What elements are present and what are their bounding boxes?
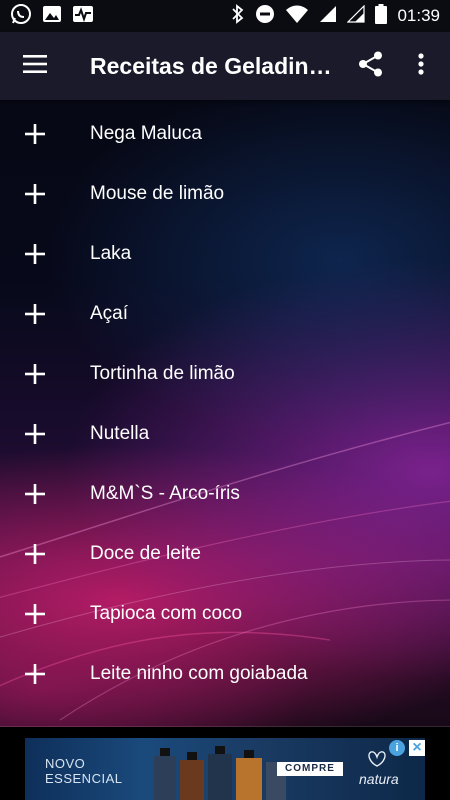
perfume-bottles-image [154,746,286,800]
ad-brand-line1: NOVO [45,756,86,771]
menu-button[interactable] [0,32,70,100]
page-title: Receitas de Geladin… [90,52,332,79]
list-item-label: Leite ninho com goiabada [90,663,308,684]
plus-icon[interactable] [0,464,70,524]
ad-banner[interactable]: NOVO ESSENCIAL COMPRE natura i × [25,738,425,800]
battery-icon [375,3,388,29]
ad-cta-button[interactable]: COMPRE [277,762,343,776]
plus-icon[interactable] [0,104,70,164]
image-icon [42,4,62,29]
wifi-icon [285,4,309,29]
list-item[interactable]: Laka [0,224,450,284]
list-item[interactable]: Tapioca com coco [0,584,450,644]
list-item[interactable]: M&M`S - Arco-íris [0,464,450,524]
ad-area: NOVO ESSENCIAL COMPRE natura i × [0,727,450,800]
list-item[interactable]: Mouse de limão [0,164,450,224]
list-item[interactable]: Tortinha de limão [0,344,450,404]
recipe-list: Nega Maluca Mouse de limão Laka Açaí Tor… [0,104,450,726]
list-item[interactable]: Açaí [0,284,450,344]
ad-close-icon[interactable]: × [409,740,425,756]
share-icon [358,51,384,82]
ad-info-icon[interactable]: i [389,740,405,756]
list-item-label: Laka [90,243,132,264]
signal-icon [319,5,337,28]
list-item[interactable]: Leite ninho com goiabada [0,644,450,704]
plus-icon[interactable] [0,344,70,404]
list-item[interactable]: Nutella [0,404,450,464]
plus-icon[interactable] [0,644,70,704]
plus-icon[interactable] [0,404,70,464]
signal-icon [347,4,366,28]
pulse-icon [72,4,94,29]
app-bar: Receitas de Geladin… [0,32,450,100]
share-button[interactable] [352,46,390,86]
list-item[interactable]: Doce de leite [0,524,450,584]
do-not-disturb-icon [255,4,275,29]
plus-icon[interactable] [0,284,70,344]
whatsapp-icon [10,3,32,30]
list-item-label: Nutella [90,423,150,444]
list-item-label: Tapioca com coco [90,603,243,624]
more-options-button[interactable] [406,46,436,86]
plus-icon[interactable] [0,164,70,224]
menu-icon [23,54,47,78]
ad-brand-line2: ESSENCIAL [45,771,123,786]
status-time: 01:39 [397,6,440,25]
list-item-label: Doce de leite [90,543,201,564]
plus-icon[interactable] [0,224,70,284]
list-item-label: Nega Maluca [90,123,202,144]
list-item-label: Açaí [90,303,129,324]
more-vert-icon [418,52,424,80]
status-bar: 01:39 [0,0,450,32]
plus-icon[interactable] [0,524,70,584]
list-item-label: M&M`S - Arco-íris [90,483,240,504]
list-item-label: Tortinha de limão [90,363,235,384]
ad-logo-text: natura [359,771,399,787]
list-item-label: Mouse de limão [90,183,225,204]
bluetooth-icon [231,3,245,29]
list-item[interactable]: Nega Maluca [0,104,450,164]
plus-icon[interactable] [0,584,70,644]
natura-logo-icon [368,751,386,767]
